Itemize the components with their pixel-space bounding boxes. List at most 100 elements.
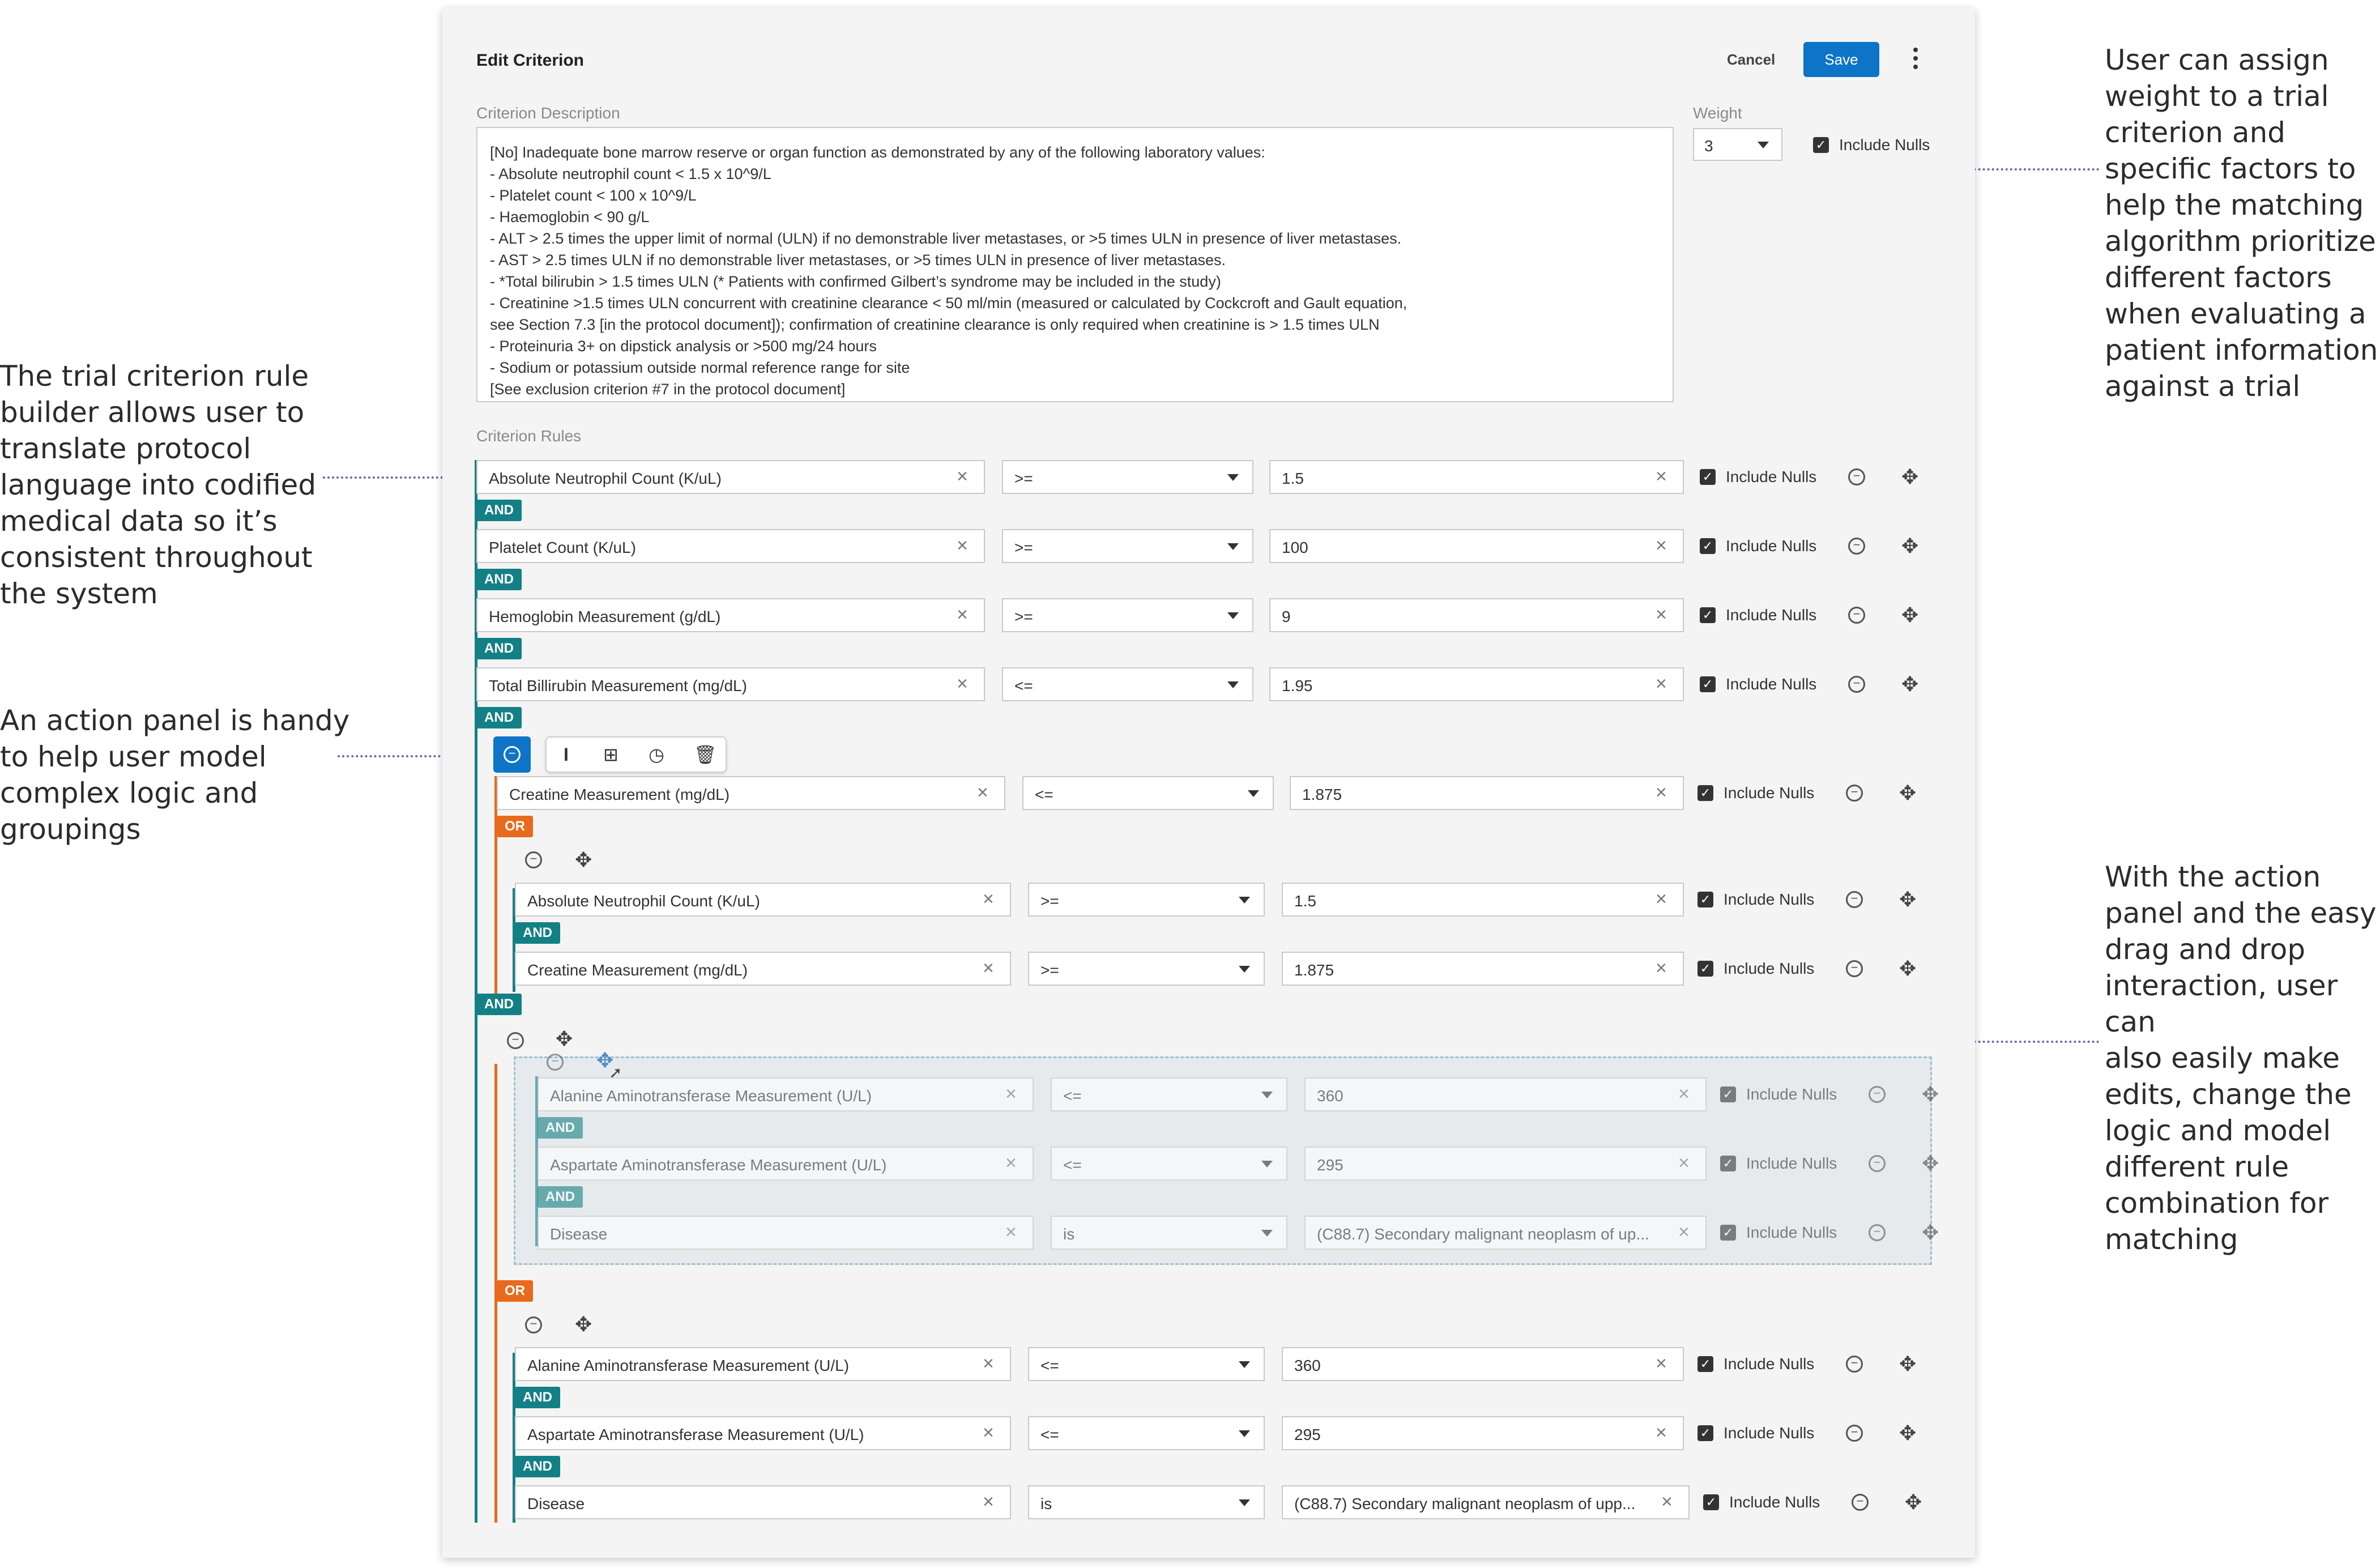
remove-circle-icon[interactable]: − (547, 1054, 564, 1071)
move-icon[interactable]: ✥ (1899, 1423, 1916, 1443)
remove-circle-icon[interactable]: − (1846, 960, 1863, 977)
and-connector[interactable]: AND (476, 638, 522, 659)
rule-value-input[interactable]: 1.5 (1282, 883, 1684, 917)
action-panel-toggle[interactable]: − (493, 736, 531, 773)
clear-icon[interactable]: × (1656, 674, 1667, 693)
rule-field-input[interactable]: Alanine Aminotransferase Measurement (U/… (538, 1077, 1034, 1111)
clear-icon[interactable]: × (983, 1354, 994, 1373)
rule-field-input[interactable]: Absolute Neutrophil Count (K/uL) (476, 460, 985, 494)
rule-value-input[interactable]: 1.95 (1269, 667, 1684, 701)
insert-cursor-icon[interactable]: I (564, 745, 569, 764)
remove-circle-icon[interactable]: − (1848, 607, 1865, 624)
move-icon[interactable]: ✥ (1922, 1153, 1939, 1174)
remove-circle-icon[interactable]: − (1846, 785, 1863, 802)
include-nulls-checkbox[interactable]: ✓ (1697, 1356, 1713, 1372)
and-connector[interactable]: AND (476, 994, 522, 1015)
include-nulls-checkbox[interactable]: ✓ (1697, 1425, 1713, 1441)
move-icon[interactable]: ✥ (1922, 1084, 1939, 1105)
move-icon[interactable]: ✥ (1901, 536, 1918, 556)
clear-icon[interactable]: × (1678, 1084, 1690, 1103)
weight-select[interactable]: 3 (1693, 128, 1782, 161)
rule-operator-select[interactable]: >= (1002, 529, 1253, 563)
move-icon[interactable]: ✥ (575, 850, 592, 870)
rule-field-input[interactable]: Absolute Neutrophil Count (K/uL) (515, 883, 1011, 917)
clear-icon[interactable]: × (1678, 1153, 1690, 1173)
clear-icon[interactable]: × (1005, 1084, 1017, 1103)
group-hierarchy-icon[interactable]: ⊞ (603, 745, 619, 764)
and-connector[interactable]: AND (476, 569, 522, 590)
save-button[interactable]: Save (1803, 42, 1879, 77)
move-icon[interactable]: ✥ (1901, 605, 1918, 625)
and-connector[interactable]: AND (476, 500, 522, 521)
clear-icon[interactable]: × (1005, 1153, 1017, 1173)
rule-operator-select[interactable]: <= (1028, 1416, 1265, 1450)
include-nulls-checkbox[interactable]: ✓ (1720, 1086, 1736, 1102)
clear-icon[interactable]: × (957, 674, 968, 693)
rule-field-input[interactable]: Alanine Aminotransferase Measurement (U/… (515, 1347, 1011, 1381)
clear-icon[interactable]: × (1661, 1492, 1673, 1511)
and-connector[interactable]: AND (538, 1117, 583, 1139)
clear-icon[interactable]: × (1656, 783, 1667, 802)
rule-operator-select[interactable]: is (1051, 1216, 1287, 1250)
remove-circle-icon[interactable]: − (507, 1032, 524, 1049)
include-nulls-checkbox[interactable]: ✓ (1697, 785, 1713, 801)
include-nulls-checkbox[interactable]: ✓ (1700, 538, 1716, 554)
rule-field-input[interactable]: Aspartate Aminotransferase Measurement (… (515, 1416, 1011, 1450)
remove-circle-icon[interactable]: − (1869, 1086, 1886, 1103)
clear-icon[interactable]: × (983, 958, 994, 978)
clear-icon[interactable]: × (1656, 605, 1667, 624)
rule-operator-select[interactable]: is (1028, 1485, 1265, 1519)
clear-icon[interactable]: × (1678, 1222, 1690, 1242)
clear-icon[interactable]: × (957, 467, 968, 486)
rule-field-input[interactable]: Total Billirubin Measurement (mg/dL) (476, 667, 985, 701)
clear-icon[interactable]: × (957, 536, 968, 555)
rule-operator-select[interactable]: <= (1022, 776, 1274, 810)
remove-circle-icon[interactable]: − (1846, 1425, 1863, 1442)
cancel-button[interactable]: Cancel (1727, 51, 1775, 69)
clear-icon[interactable]: × (977, 783, 988, 802)
rule-operator-select[interactable]: >= (1002, 460, 1253, 494)
include-nulls-checkbox[interactable]: ✓ (1700, 607, 1716, 623)
clear-icon[interactable]: × (983, 1492, 994, 1511)
rule-value-input[interactable]: (C88.7) Secondary malignant neoplasm of … (1304, 1216, 1707, 1250)
trash-icon[interactable]: 🗑 (694, 745, 717, 764)
clear-icon[interactable]: × (1005, 1222, 1017, 1242)
rule-value-input[interactable]: 1.5 (1269, 460, 1684, 494)
rule-value-input[interactable]: 360 (1304, 1077, 1707, 1111)
include-nulls-checkbox[interactable]: ✓ (1703, 1494, 1719, 1510)
and-connector[interactable]: AND (476, 707, 522, 728)
rule-operator-select[interactable]: <= (1002, 667, 1253, 701)
move-icon[interactable]: ✥ (1899, 1354, 1916, 1374)
include-nulls-checkbox[interactable]: ✓ (1720, 1156, 1736, 1171)
move-icon[interactable]: ✥ (1899, 783, 1916, 803)
rule-value-input[interactable]: 1.875 (1290, 776, 1684, 810)
rule-field-input[interactable]: Disease (538, 1216, 1034, 1250)
clear-icon[interactable]: × (983, 889, 994, 909)
move-icon[interactable]: ✥ (556, 1029, 573, 1049)
rule-value-input[interactable]: 1.875 (1282, 952, 1684, 986)
rule-operator-select[interactable]: >= (1028, 883, 1265, 917)
remove-circle-icon[interactable]: − (1846, 891, 1863, 908)
rule-operator-select[interactable]: >= (1028, 952, 1265, 986)
remove-circle-icon[interactable]: − (1846, 1356, 1863, 1373)
move-icon[interactable]: ✥ (1901, 674, 1918, 694)
rule-value-input[interactable]: 360 (1282, 1347, 1684, 1381)
and-connector[interactable]: AND (515, 1387, 560, 1408)
move-icon[interactable]: ✥ (575, 1314, 592, 1335)
rule-operator-select[interactable]: <= (1028, 1347, 1265, 1381)
rule-value-input[interactable]: 295 (1282, 1416, 1684, 1450)
and-connector[interactable]: AND (515, 1456, 560, 1477)
rule-value-input[interactable]: 100 (1269, 529, 1684, 563)
remove-circle-icon[interactable]: − (1848, 468, 1865, 485)
move-icon[interactable]: ✥ (1899, 958, 1916, 979)
or-connector[interactable]: OR (497, 1280, 533, 1302)
clear-icon[interactable]: × (983, 1423, 994, 1442)
include-nulls-checkbox[interactable]: ✓ (1697, 892, 1713, 907)
clear-icon[interactable]: × (1656, 1423, 1667, 1442)
rule-field-input[interactable]: Hemoglobin Measurement (g/dL) (476, 598, 985, 632)
clear-icon[interactable]: × (1656, 536, 1667, 555)
rule-field-input[interactable]: Disease (515, 1485, 1011, 1519)
clear-icon[interactable]: × (1656, 958, 1667, 978)
rule-operator-select[interactable]: <= (1051, 1077, 1287, 1111)
rule-operator-select[interactable]: <= (1051, 1147, 1287, 1181)
